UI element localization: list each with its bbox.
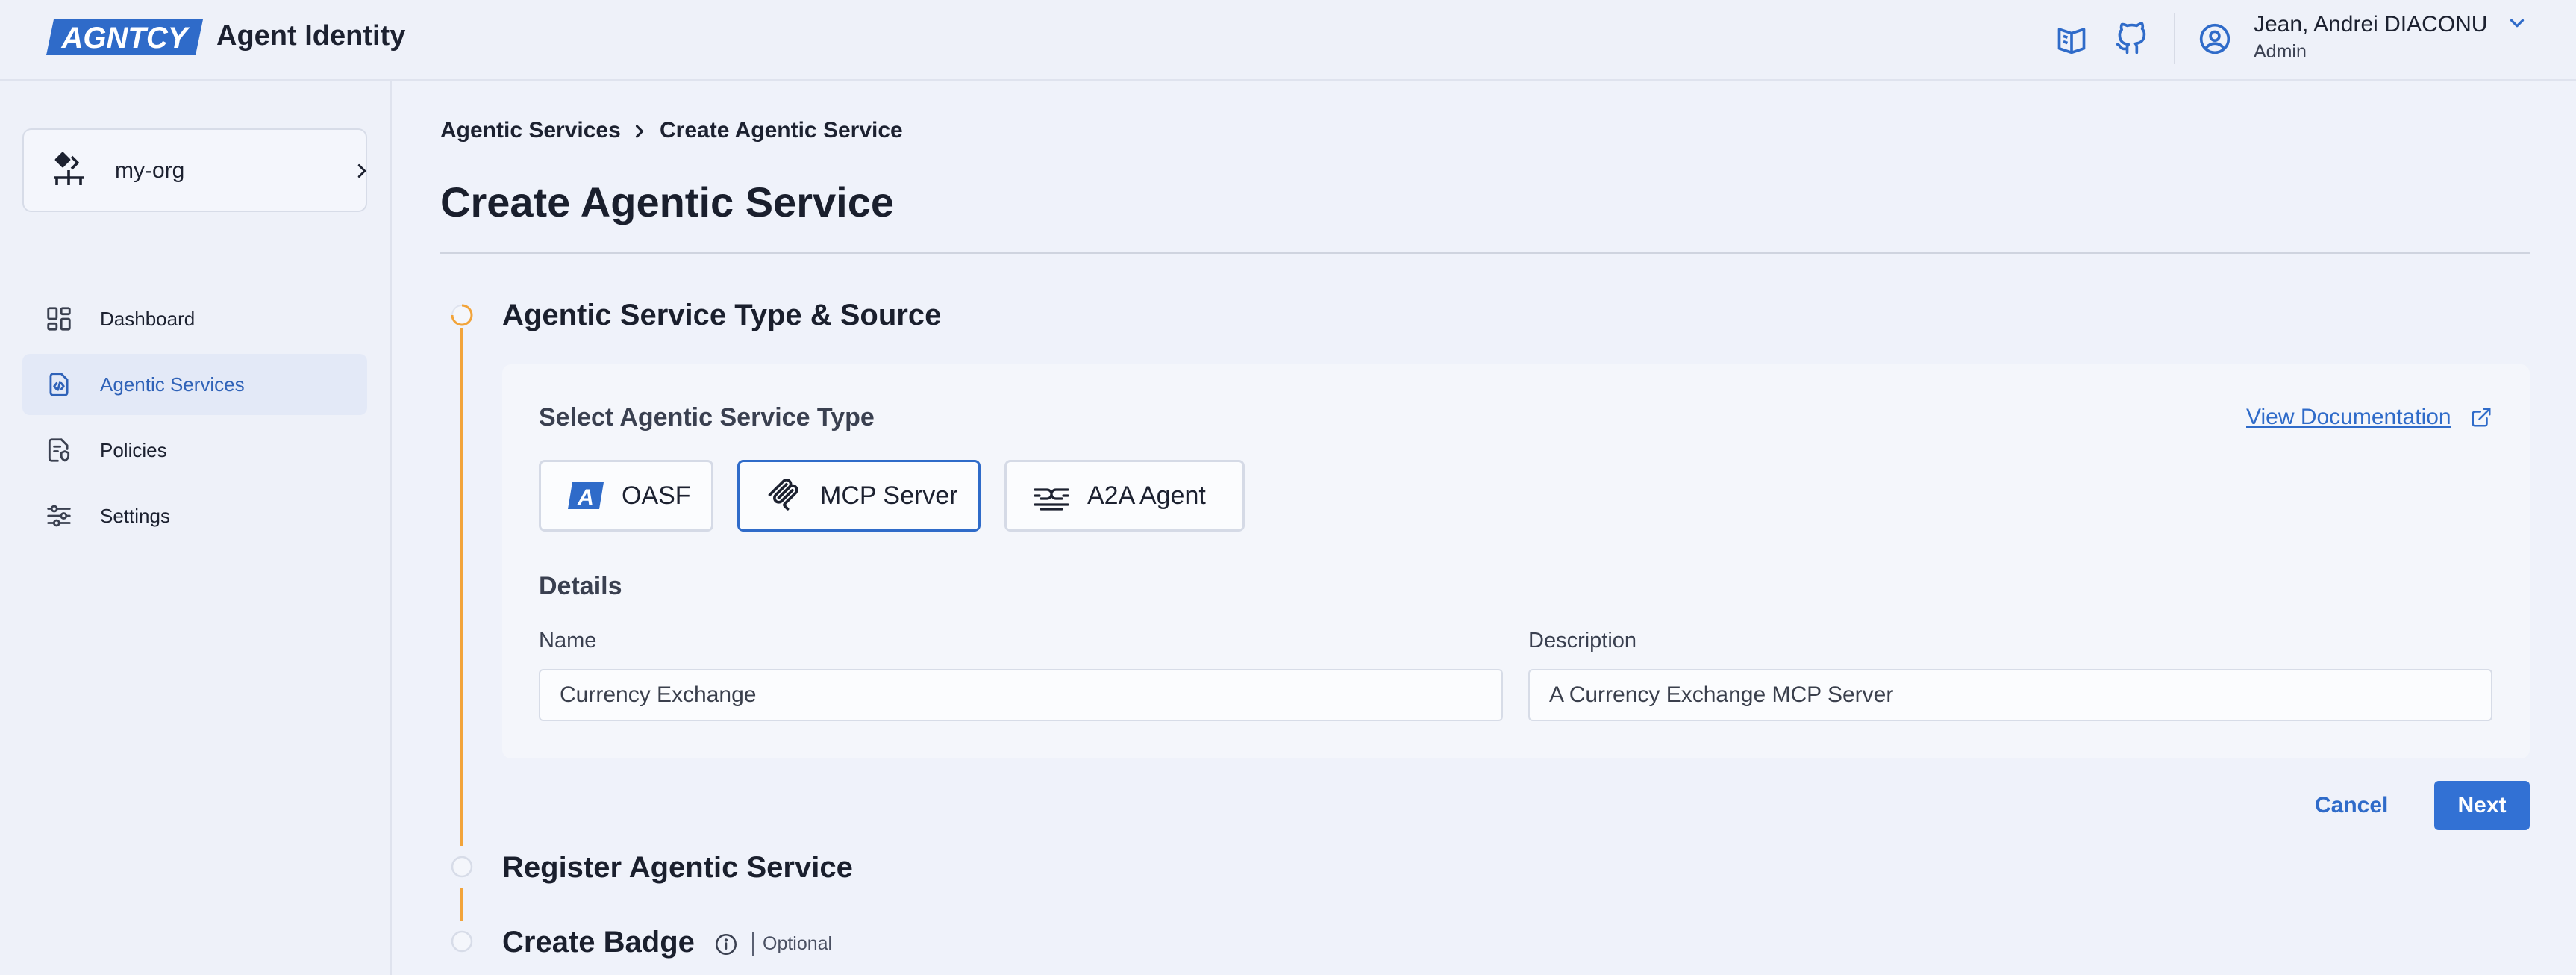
- type-option-label: A2A Agent: [1087, 481, 1206, 510]
- type-option-mcp-server[interactable]: MCP Server: [737, 460, 981, 532]
- sidebar-item-label: Policies: [100, 439, 167, 461]
- info-icon[interactable]: [713, 932, 739, 957]
- sliders-icon: [45, 502, 73, 530]
- type-option-label: MCP Server: [820, 481, 958, 510]
- sidebar-item-label: Dashboard: [100, 308, 196, 330]
- book-icon[interactable]: [2055, 22, 2088, 55]
- step-title-create-badge: Create Badge: [502, 926, 695, 959]
- optional-label: Optional: [763, 933, 833, 954]
- title-divider: [440, 252, 2530, 254]
- optional-divider: [752, 932, 754, 956]
- step-title-register: Register Agentic Service: [502, 851, 853, 884]
- step-progress-line: [460, 888, 463, 921]
- step-title-type-source: Agentic Service Type & Source: [502, 299, 942, 331]
- user-role: Admin: [2254, 41, 2307, 62]
- type-option-a2a-agent[interactable]: A2A Agent: [1004, 460, 1245, 532]
- user-name[interactable]: Jean, Andrei DIACONU: [2254, 12, 2487, 37]
- step-indicator-pending: [451, 930, 473, 953]
- page-title: Create Agentic Service: [440, 178, 894, 225]
- description-label: Description: [1528, 629, 1637, 652]
- step-indicator-pending: [451, 856, 473, 878]
- name-label: Name: [539, 629, 597, 652]
- view-documentation-link[interactable]: View Documentation: [2246, 405, 2451, 430]
- agntcy-logo[interactable]: AGNTCY: [46, 19, 203, 59]
- user-circle-icon[interactable]: [2198, 22, 2231, 55]
- header-divider: [2174, 13, 2175, 64]
- chevron-right-icon: [351, 160, 373, 182]
- sidebar: my-org Dashboard Agentic Services Polici…: [0, 81, 392, 975]
- name-input[interactable]: [539, 669, 1503, 721]
- sidebar-item-label: Settings: [100, 505, 170, 527]
- github-icon[interactable]: [2115, 22, 2148, 55]
- description-input[interactable]: [1528, 669, 2492, 721]
- dashboard-grid-icon: [45, 305, 73, 333]
- org-structure-icon: [49, 152, 88, 191]
- top-header: AGNTCY Agent Identity Jean, Andrei DIACO…: [0, 0, 2576, 81]
- breadcrumb-agentic-services[interactable]: Agentic Services: [440, 118, 621, 143]
- type-option-label: OASF: [622, 481, 691, 510]
- step-progress-line: [460, 328, 463, 846]
- svg-text:A: A: [577, 485, 594, 510]
- app-title: Agent Identity: [216, 20, 406, 52]
- svg-text:AGNTCY: AGNTCY: [61, 22, 190, 54]
- sidebar-item-label: Agentic Services: [100, 373, 245, 396]
- external-link-icon[interactable]: [2470, 406, 2492, 429]
- cancel-button[interactable]: Cancel: [2315, 793, 2388, 818]
- org-name: my-org: [115, 158, 185, 183]
- breadcrumb-current: Create Agentic Service: [660, 118, 903, 143]
- chevron-down-icon[interactable]: [2506, 12, 2528, 34]
- select-type-heading: Select Agentic Service Type: [539, 403, 875, 432]
- sidebar-item-dashboard[interactable]: Dashboard: [22, 288, 367, 349]
- agentic-services-icon: [45, 370, 73, 399]
- a2a-icon: [1032, 476, 1071, 515]
- mcp-icon: [765, 476, 804, 515]
- policy-document-icon: [45, 436, 73, 464]
- next-button[interactable]: Next: [2434, 781, 2530, 830]
- sidebar-item-agentic-services[interactable]: Agentic Services: [22, 354, 367, 415]
- org-switcher[interactable]: my-org: [22, 128, 367, 212]
- oasf-icon: A: [566, 476, 605, 515]
- chevron-right-icon: [629, 121, 650, 142]
- sidebar-item-settings[interactable]: Settings: [22, 485, 367, 546]
- step-indicator-current: [451, 304, 473, 326]
- type-option-oasf[interactable]: A OASF: [539, 460, 713, 532]
- details-heading: Details: [539, 572, 622, 600]
- sidebar-item-policies[interactable]: Policies: [22, 420, 367, 481]
